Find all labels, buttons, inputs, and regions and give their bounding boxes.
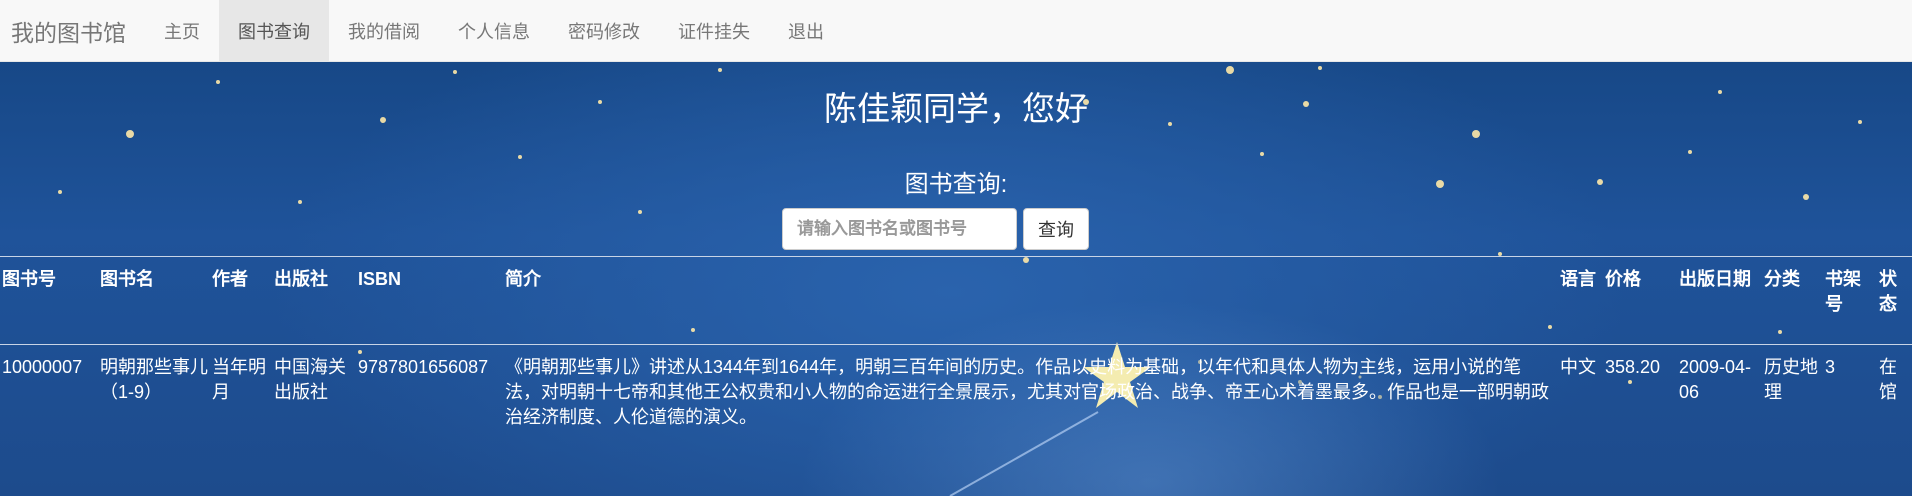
column-header-language: 语言 <box>1560 269 1596 289</box>
column-header-category: 分类 <box>1764 269 1800 289</box>
search-form: 查询 <box>782 208 1089 250</box>
search-label: 图书查询: <box>904 171 1008 198</box>
column-header-pub-date: 出版日期 <box>1679 269 1751 289</box>
main-content: 陈佳颖同学，您好 图书查询: 查询 图书号 图书名 作者 出版社 ISBN 简介… <box>0 62 1912 496</box>
nav-personal-info[interactable]: 个人信息 <box>439 0 549 61</box>
nav-home[interactable]: 主页 <box>145 0 219 61</box>
nav-report-lost-card[interactable]: 证件挂失 <box>659 0 769 61</box>
cell-isbn: 9787801656087 <box>358 357 489 377</box>
column-header-author: 作者 <box>212 269 248 289</box>
cell-shelf: 3 <box>1825 357 1836 377</box>
cell-pub-date: 2009-04-06 <box>1679 357 1752 402</box>
book-results-table: 图书号 图书名 作者 出版社 ISBN 简介 语言 价格 出版日期 分类 书架号… <box>0 256 1912 445</box>
cell-book-id: 10000007 <box>2 357 83 377</box>
cell-author: 当年明月 <box>212 357 266 402</box>
cell-status: 在馆 <box>1879 357 1897 402</box>
top-navbar: 我的图书馆 主页 图书查询 我的借阅 个人信息 密码修改 证件挂失 退出 <box>0 0 1912 62</box>
column-header-summary: 简介 <box>505 269 541 289</box>
column-header-price: 价格 <box>1605 269 1641 289</box>
column-header-publisher: 出版社 <box>274 269 328 289</box>
column-header-isbn: ISBN <box>358 269 402 289</box>
cell-publisher: 中国海关出版社 <box>274 357 346 402</box>
nav-my-borrowing[interactable]: 我的借阅 <box>329 0 439 61</box>
column-header-shelf: 书架号 <box>1825 269 1861 314</box>
cell-title: 明朝那些事儿（1-9） <box>100 357 208 402</box>
cell-language: 中文 <box>1560 357 1596 377</box>
table-header-row: 图书号 图书名 作者 出版社 ISBN 简介 语言 价格 出版日期 分类 书架号… <box>0 256 1912 345</box>
nav-book-search[interactable]: 图书查询 <box>219 0 329 61</box>
cell-price: 358.20 <box>1605 357 1661 377</box>
nav-logout[interactable]: 退出 <box>769 0 843 61</box>
cell-category: 历史地理 <box>1764 357 1818 402</box>
cell-summary: 《明朝那些事儿》讲述从1344年到1644年，明朝三百年间的历史。作品以史料为基… <box>505 357 1549 427</box>
welcome-greeting: 陈佳颖同学，您好 <box>824 90 1088 127</box>
column-header-status: 状态 <box>1879 269 1897 314</box>
column-header-book-id: 图书号 <box>2 269 56 289</box>
column-header-title: 图书名 <box>100 269 154 289</box>
table-row: 10000007 明朝那些事儿（1-9） 当年明月 中国海关出版社 978780… <box>0 345 1912 446</box>
search-input[interactable] <box>782 208 1017 250</box>
nav-change-password[interactable]: 密码修改 <box>549 0 659 61</box>
search-button[interactable]: 查询 <box>1023 208 1089 250</box>
brand-link[interactable]: 我的图书馆 <box>0 0 145 61</box>
